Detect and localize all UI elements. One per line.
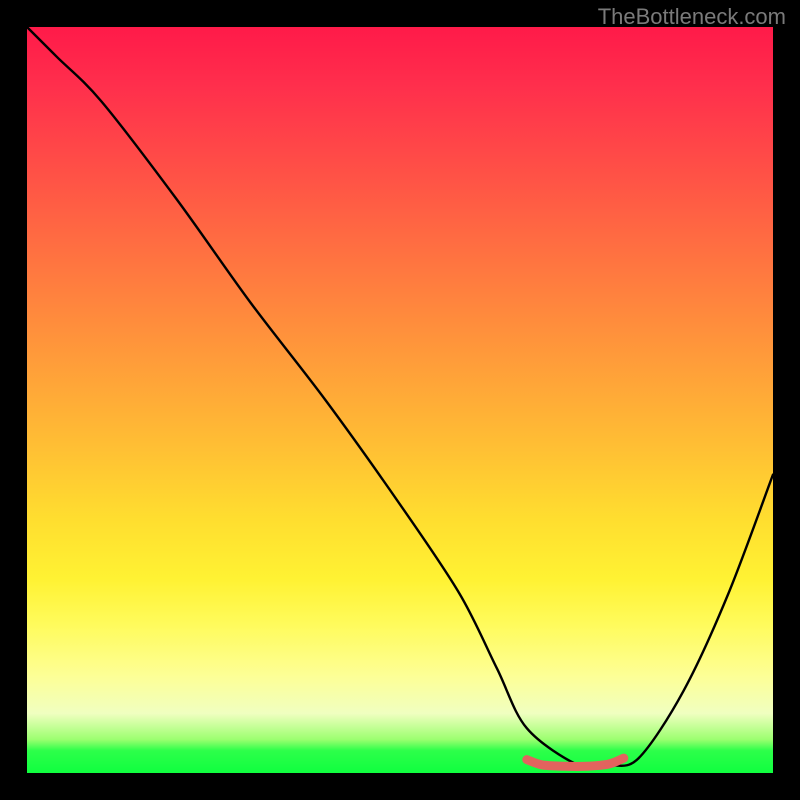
watermark-text: TheBottleneck.com — [598, 4, 786, 30]
black-curve-path — [27, 27, 773, 768]
plot-area — [27, 27, 773, 773]
red-valley-path — [527, 758, 624, 766]
chart-curves — [27, 27, 773, 773]
